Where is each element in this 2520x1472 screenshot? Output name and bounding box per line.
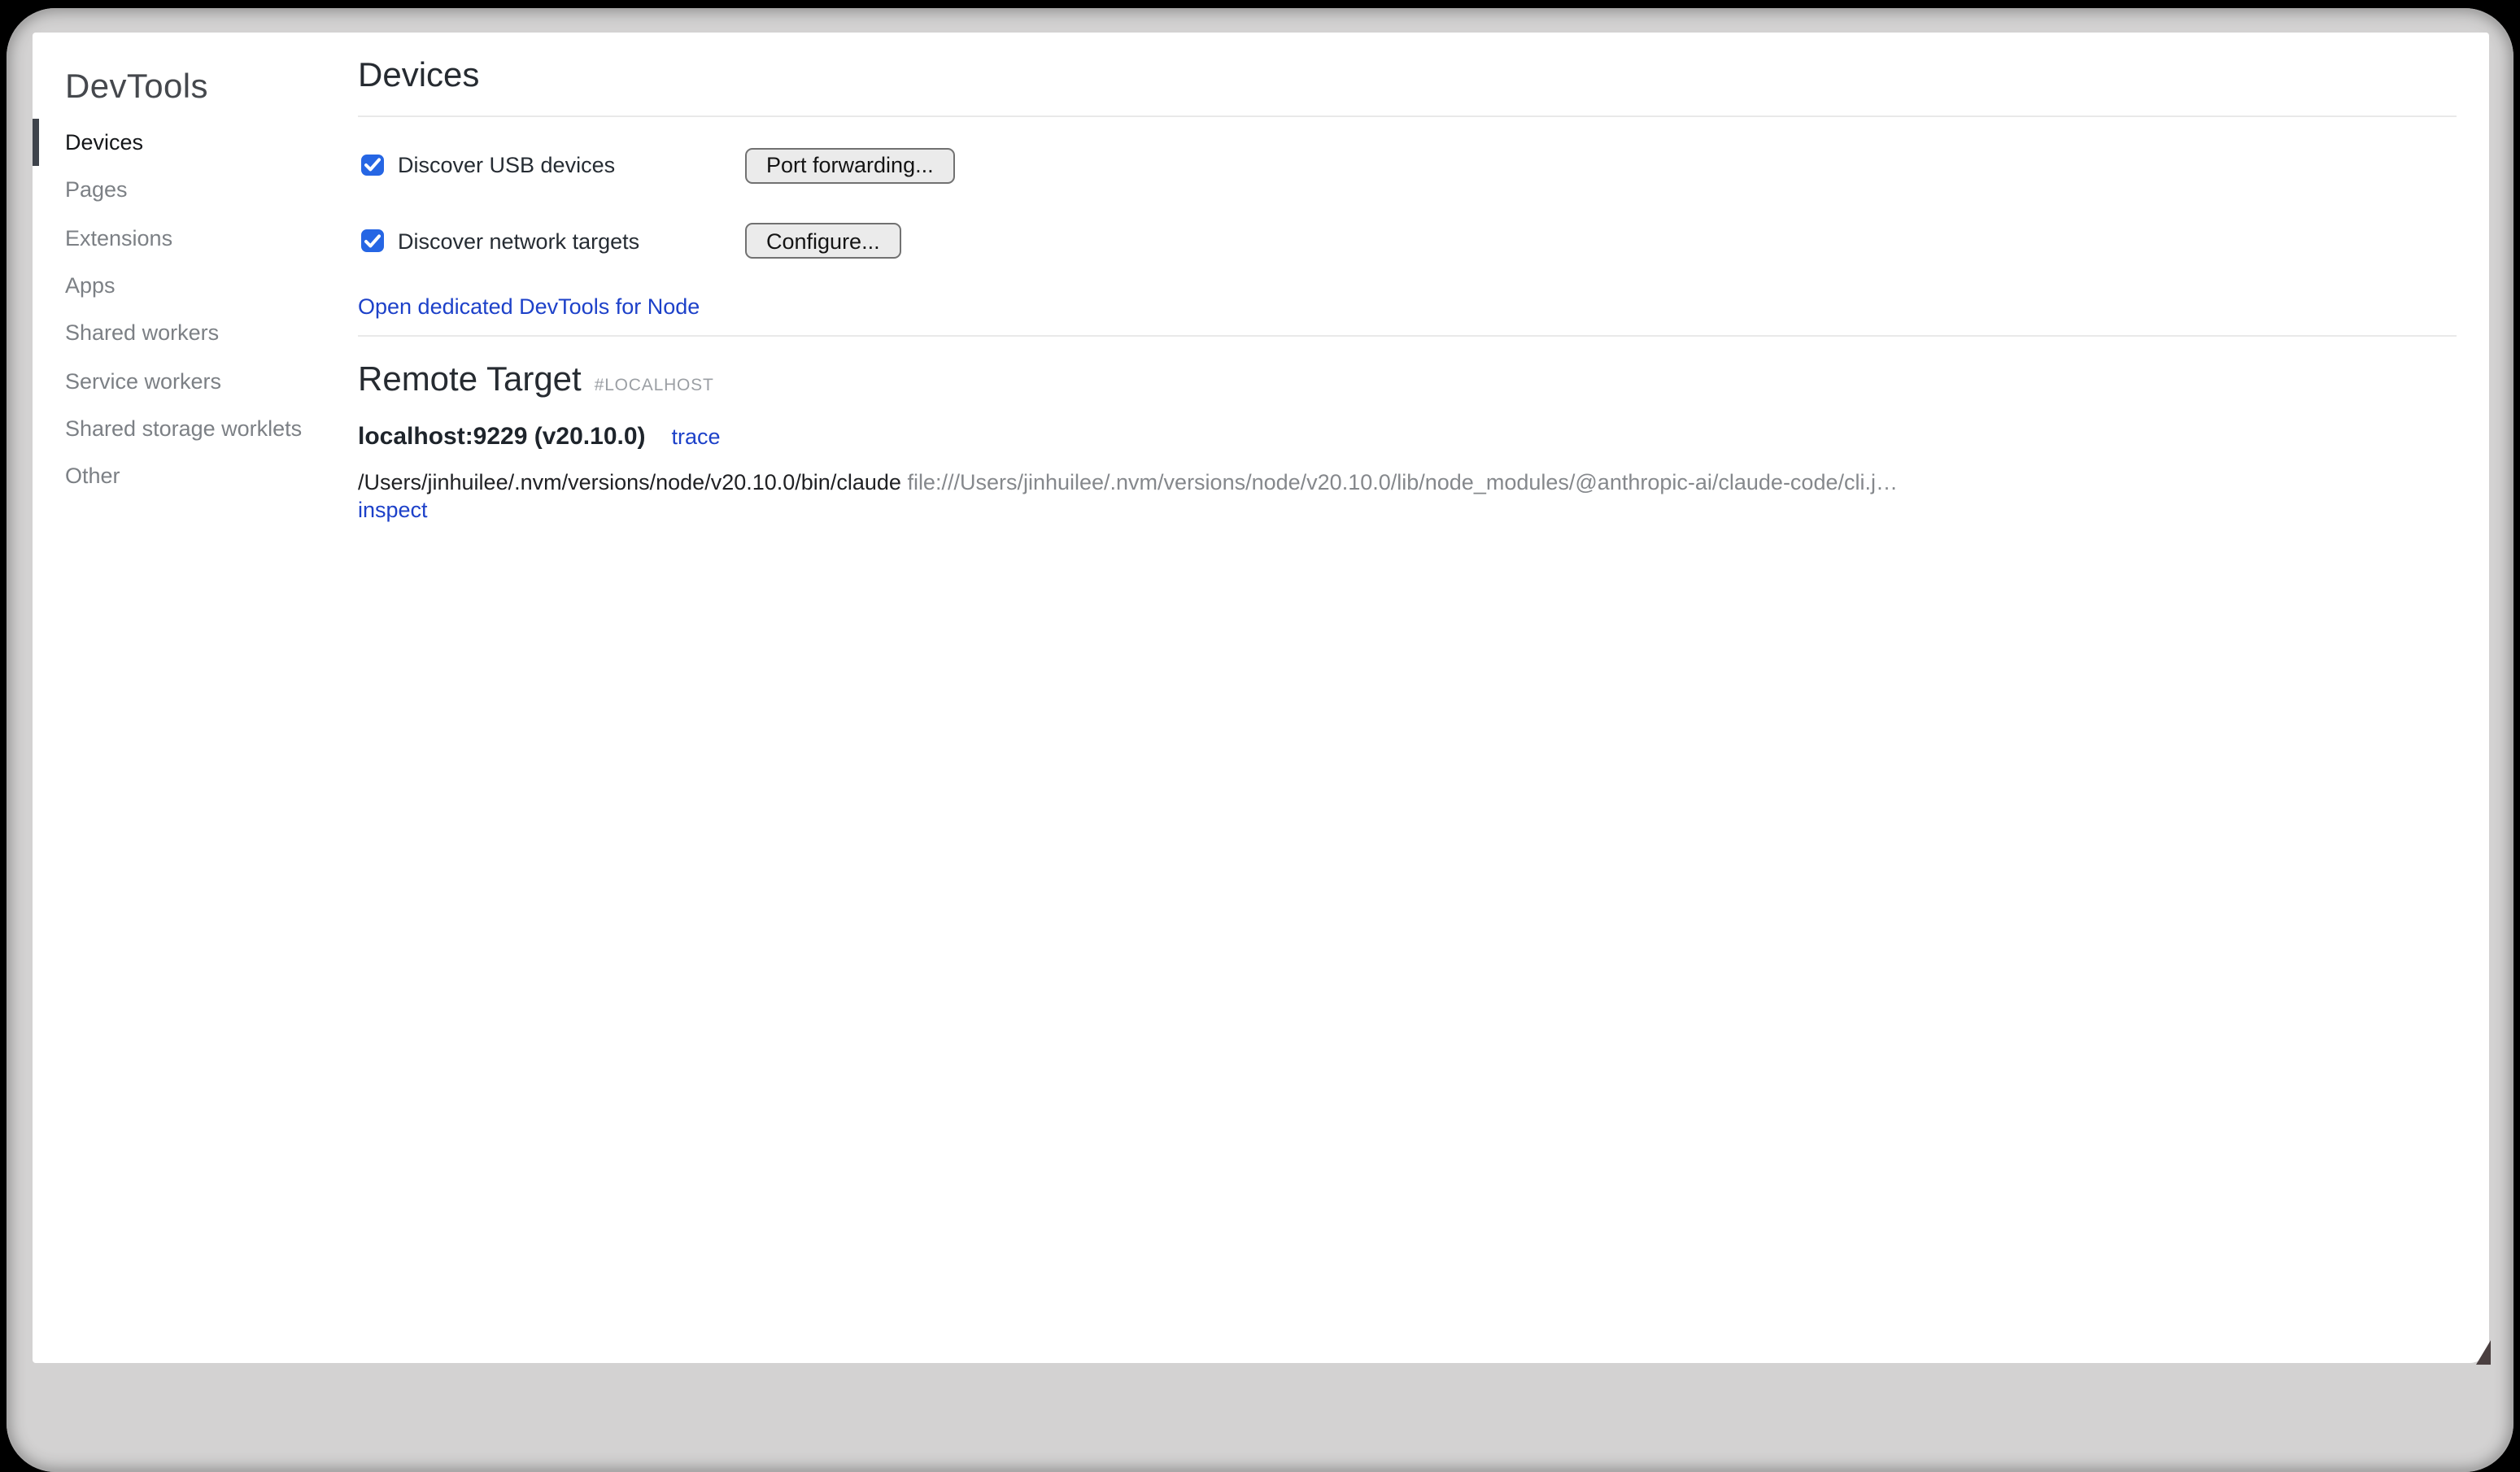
target-actions-row: inspect: [358, 497, 2457, 523]
sidebar-item-label: Service workers: [65, 368, 221, 393]
open-node-devtools-link[interactable]: Open dedicated DevTools for Node: [358, 294, 700, 319]
sidebar-nav: Devices Pages Extensions Apps Shared wor…: [65, 119, 358, 500]
sidebar-item-label: Devices: [65, 130, 143, 155]
checkmark-icon: [364, 233, 381, 248]
discover-network-row: Discover network targets Configure...: [358, 223, 2457, 259]
sidebar-item-other[interactable]: Other: [65, 452, 358, 500]
sidebar-item-label: Shared storage worklets: [65, 416, 302, 441]
configure-button[interactable]: Configure...: [745, 223, 901, 259]
inspect-link[interactable]: inspect: [358, 497, 428, 521]
app-title: DevTools: [65, 68, 358, 107]
sidebar-item-shared-storage-worklets[interactable]: Shared storage worklets: [65, 405, 358, 453]
sidebar-item-label: Pages: [65, 178, 128, 203]
devtools-window: DevTools Devices Pages Extensions Apps: [33, 33, 2488, 1362]
trace-link[interactable]: trace: [672, 421, 721, 454]
discover-network-option[interactable]: Discover network targets: [358, 229, 745, 253]
sidebar-item-pages[interactable]: Pages: [65, 167, 358, 215]
port-forwarding-button[interactable]: Port forwarding...: [745, 147, 955, 183]
sidebar: DevTools Devices Pages Extensions Apps: [33, 33, 358, 1362]
sidebar-item-label: Apps: [65, 273, 116, 298]
resize-grip-icon[interactable]: [2476, 1340, 2491, 1365]
target-path-row: /Users/jinhuilee/.nvm/versions/node/v20.…: [358, 470, 2457, 496]
page-title: Devices: [358, 54, 2457, 98]
sidebar-item-devices[interactable]: Devices: [65, 119, 358, 167]
discover-usb-checkbox[interactable]: [361, 155, 383, 176]
main-panel: Devices Discover USB devices Port forwar…: [358, 33, 2488, 1362]
sidebar-item-shared-workers[interactable]: Shared workers: [65, 309, 358, 357]
node-devtools-row: Open dedicated DevTools for Node: [358, 293, 2457, 320]
sidebar-item-apps[interactable]: Apps: [65, 262, 358, 310]
divider: [358, 115, 2457, 116]
discover-network-checkbox[interactable]: [361, 230, 383, 252]
sidebar-item-extensions[interactable]: Extensions: [65, 214, 358, 262]
remote-target-header: Remote Target #LOCALHOST: [358, 358, 2457, 402]
sidebar-item-label: Shared workers: [65, 321, 219, 346]
sidebar-item-service-workers[interactable]: Service workers: [65, 357, 358, 405]
discover-usb-row: Discover USB devices Port forwarding...: [358, 147, 2457, 183]
target-path: /Users/jinhuilee/.nvm/versions/node/v20.…: [358, 470, 901, 494]
localhost-tag: #LOCALHOST: [595, 376, 714, 395]
remote-target-title: Remote Target: [358, 358, 582, 402]
active-indicator-bar: [33, 119, 38, 167]
target-name-row: localhost:9229 (v20.10.0) trace: [358, 421, 2457, 454]
discover-network-label: Discover network targets: [398, 229, 639, 253]
target-name: localhost:9229 (v20.10.0): [358, 421, 646, 454]
sidebar-item-label: Extensions: [65, 225, 172, 250]
checkmark-icon: [364, 158, 381, 172]
screen: DevTools Devices Pages Extensions Apps: [0, 0, 2520, 1396]
discover-usb-label: Discover USB devices: [398, 153, 615, 177]
target-file-url: file:///Users/jinhuilee/.nvm/versions/no…: [907, 470, 1898, 494]
divider: [358, 335, 2457, 337]
sidebar-item-label: Other: [65, 464, 120, 488]
discover-usb-option[interactable]: Discover USB devices: [358, 153, 745, 177]
